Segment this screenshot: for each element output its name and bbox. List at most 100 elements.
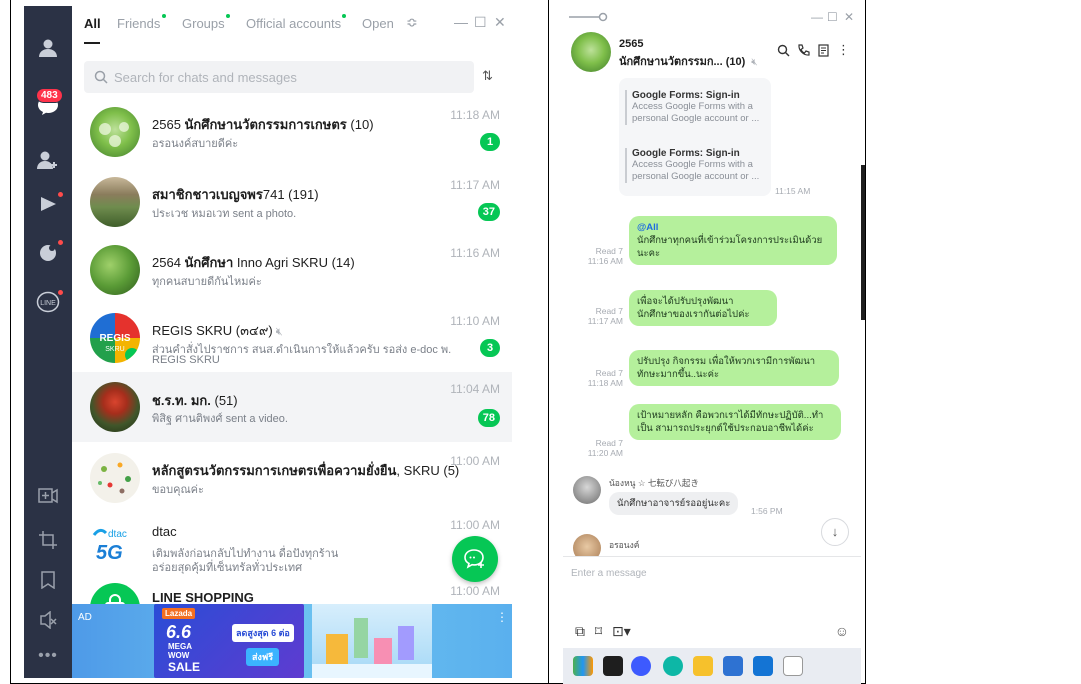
close-icon[interactable]: ✕ (494, 14, 506, 31)
tab-openchat[interactable]: Open (362, 16, 394, 31)
taskbar-app-icon[interactable] (663, 656, 683, 676)
message-time: 1:56 PM (751, 506, 783, 516)
tab-all[interactable]: All (84, 16, 101, 31)
keep-bookmark-icon[interactable] (32, 566, 64, 594)
openchat-icon[interactable] (32, 238, 64, 266)
ad-more-icon[interactable]: ⋮ (496, 610, 508, 624)
attach-file-icon[interactable]: ⧉ (575, 623, 585, 639)
sent-message-bubble[interactable]: ปรับปรุง กิจกรรม เพื่อให้พวกเรามีการพัฒน… (629, 350, 839, 386)
ad-banner[interactable]: AD ⋮ Lazada 6.6 MEGA WOW SALE ลดสูงสุด 6… (72, 604, 512, 678)
message-input[interactable] (571, 563, 851, 583)
tab-friends[interactable]: Friends (117, 16, 160, 31)
composer-toolbar: ⧉ ⌑ ⊡▾ (575, 623, 631, 640)
message-area: Google Forms: Sign-in Access Google Form… (563, 78, 861, 562)
ad-hero-line2: MEGA (168, 642, 192, 651)
line-app-icon[interactable]: LINE (32, 288, 64, 316)
taskbar-mail-icon[interactable] (753, 656, 773, 676)
unread-badge: 1 (480, 133, 500, 151)
crop-screenshot-icon[interactable]: ⊡▾ (612, 623, 631, 639)
link-preview-item[interactable]: Google Forms: Sign-in Access Google Form… (625, 90, 765, 125)
chat-name: REGIS SKRU (๓๔๙) 🔇︎ (152, 323, 283, 338)
chat-row[interactable]: 2564 นักศึกษา Inno Agri SKRU (14) ทุกคนส… (72, 240, 512, 304)
chat-name: dtac (152, 524, 177, 539)
link-preview-item[interactable]: Google Forms: Sign-in Access Google Form… (625, 148, 765, 183)
friends-new-dot (162, 14, 166, 18)
sidebar-rail: 483 LINE ••• (24, 6, 72, 678)
taskbar-app-icon[interactable] (573, 656, 593, 676)
tab-groups[interactable]: Groups (182, 16, 225, 31)
voom-icon[interactable] (32, 190, 64, 218)
friends-icon[interactable] (32, 34, 64, 62)
close-icon[interactable]: ✕ (844, 10, 854, 24)
chat-row[interactable]: 2565 นักศึกษานวัตกรรมการเกษตร (10) อรอนง… (72, 102, 512, 166)
svg-text:LINE: LINE (40, 300, 56, 307)
chat-row[interactable]: หลักสูตรนวัตกรรมการเกษตรเพื่อความยั่งยืน… (72, 448, 512, 512)
chat-room-window: — ☐ ✕ 2565 นักศึกษานวัตกรรมก... (10) 🔇︎ ⋮… (563, 6, 861, 678)
chat-row[interactable]: REGIS SKRU REGIS SKRU (๓๔๙) 🔇︎ ส่วนคำสั่ง… (72, 308, 512, 372)
ad-promo-free-shipping: ส่งฟรี (246, 648, 280, 666)
chat-preview-sender: REGIS SKRU (152, 354, 220, 366)
mention-tag[interactable]: @All (637, 222, 658, 233)
more-options-icon[interactable]: ⋮ (837, 42, 850, 58)
chat-row[interactable]: สมาชิกชาวเบญจพร741 (191) ประเวช หมอเวท s… (72, 172, 512, 236)
maximize-icon[interactable]: ☐ (474, 14, 487, 31)
chat-time: 11:10 AM (450, 314, 500, 328)
groups-new-dot (226, 14, 230, 18)
chat-time: 11:00 AM (450, 454, 500, 468)
sender-avatar[interactable] (573, 476, 601, 504)
search-icon[interactable] (777, 44, 790, 57)
new-chat-button[interactable] (452, 536, 498, 582)
chat-preview: อรอนงค์สบายดีค่ะ (152, 138, 239, 150)
search-input[interactable] (114, 61, 464, 93)
filter-settings-icon[interactable]: ≎ (406, 14, 418, 31)
sent-message-bubble[interactable]: เป้าหมายหลัก คือพวกเราได้มีทักษะปฏิบัติ.… (629, 404, 841, 440)
ad-brand: Lazada (162, 608, 196, 619)
sent-message-bubble[interactable]: @All นักศึกษาทุกคนที่เข้าร่วมโครงการประเ… (629, 216, 837, 265)
create-room-icon[interactable] (32, 482, 64, 510)
chat-name: ช.ร.ท. มก. (51) (152, 393, 238, 408)
read-receipt: Read 7 11:18 AM (587, 368, 623, 388)
new-chat-icon (464, 549, 484, 569)
sender-name: น้องหนู ☆ 七転び八起き (609, 478, 699, 488)
notes-icon[interactable] (817, 44, 830, 57)
chat-filter-tabs: All Friends Groups Official accounts Ope… (72, 6, 512, 46)
add-friend-icon[interactable] (32, 146, 64, 174)
crop-screenshot-icon[interactable] (32, 526, 64, 554)
pin-window-icon[interactable] (569, 12, 609, 22)
taskbar-folder-icon[interactable] (693, 656, 713, 676)
ad-hero-image: Lazada 6.6 MEGA WOW SALE ลดสูงสุด 6 ต่อ … (154, 604, 304, 678)
frame-border-left (10, 0, 11, 684)
minimize-icon[interactable]: — (454, 14, 468, 30)
maximize-icon[interactable]: ☐ (827, 10, 838, 24)
sent-message-bubble[interactable]: เพื่อจะได้ปรับปรุงพัฒนา นักศึกษาของเรากั… (629, 290, 777, 326)
mute-notification-icon[interactable] (32, 606, 64, 634)
read-receipt: Read 7 11:16 AM (587, 246, 623, 266)
link-title: Google Forms: Sign-in (632, 90, 740, 101)
taskbar-app-icon[interactable] (723, 656, 743, 676)
svg-text:dtac: dtac (108, 529, 127, 540)
svg-text:REGIS: REGIS (99, 333, 130, 344)
tab-official-accounts[interactable]: Official accounts (246, 16, 341, 31)
sort-icon[interactable]: ⇅ (482, 68, 493, 84)
svg-text:SKRU: SKRU (105, 346, 124, 353)
os-taskbar (563, 648, 861, 684)
search-box (84, 61, 474, 93)
chat-row[interactable]: ช.ร.ท. มก. (51) พิสิฐ ศานติพงศ์ sent a v… (72, 372, 512, 442)
taskbar-file-icon[interactable] (783, 656, 803, 676)
chat-time: 11:00 AM (450, 518, 500, 532)
taskbar-app-icon[interactable] (603, 656, 623, 676)
scroll-to-bottom-button[interactable]: ↓ (821, 518, 849, 546)
link-preview-card[interactable]: Google Forms: Sign-in Access Google Form… (619, 78, 771, 196)
received-message-bubble[interactable]: นักศึกษาอาจารย์รออยู่นะคะ (609, 492, 739, 515)
chat-row[interactable]: dtac 5G dtac เติมพลังก่อนกลับไปทำงาน ดื่… (72, 512, 512, 576)
chat-time: 11:16 AM (450, 246, 500, 260)
emoji-icon[interactable]: ☺ (835, 623, 849, 639)
keep-bookmark-icon[interactable]: ⌑ (595, 623, 602, 639)
minimize-icon[interactable]: — (811, 10, 823, 24)
more-options-icon[interactable]: ••• (32, 642, 64, 670)
room-subtitle: นักศึกษานวัตกรรมก... (10) 🔇︎ (619, 56, 758, 68)
call-icon[interactable] (797, 44, 810, 57)
group-avatar[interactable] (571, 32, 611, 72)
taskbar-app-icon[interactable] (631, 656, 651, 676)
chat-preview: พิสิฐ ศานติพงศ์ sent a video. (152, 413, 288, 425)
